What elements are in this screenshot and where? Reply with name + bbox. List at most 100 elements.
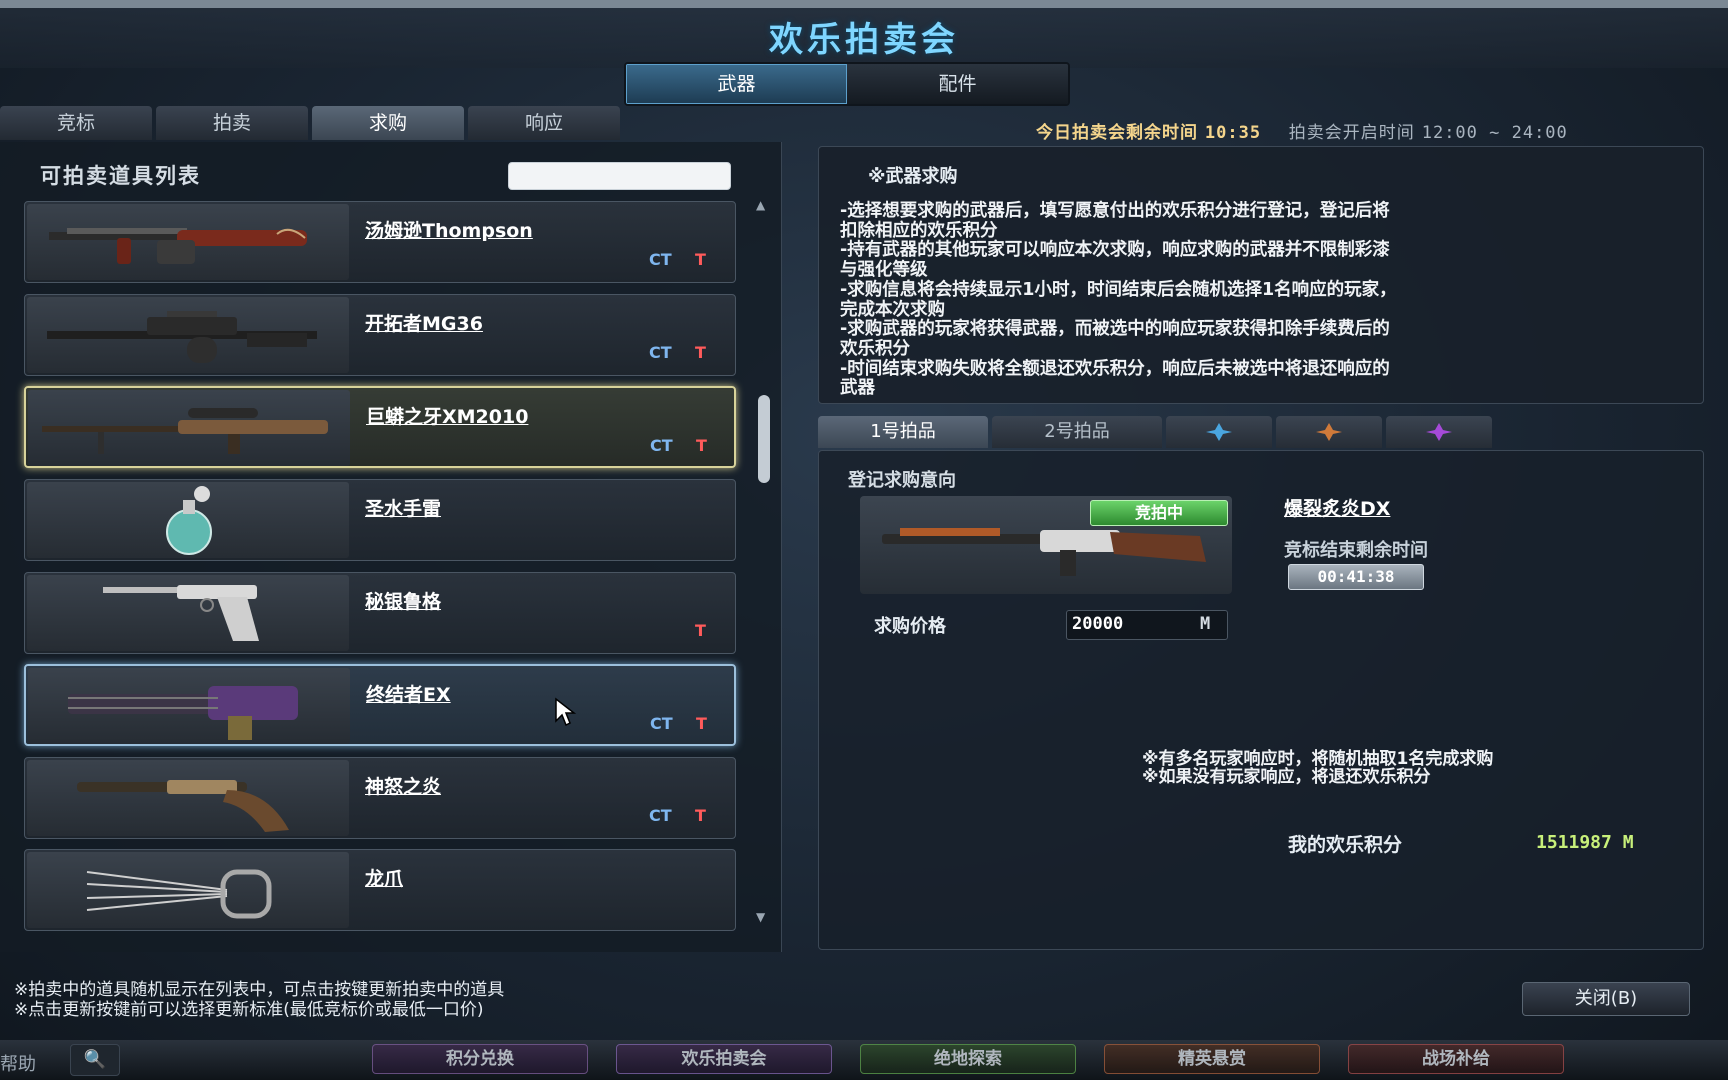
info-line: 扣除相应的欢乐积分: [840, 220, 998, 241]
t-tag: T: [695, 621, 706, 640]
score-value: 1511987 M: [1536, 832, 1634, 853]
note-line: ※拍卖中的道具随机显示在列表中，可点击按键更新拍卖中的道具: [14, 980, 505, 1000]
ct-tag: CT: [650, 714, 673, 733]
mode-tabs: 竞标 拍卖 求购 响应: [0, 106, 620, 140]
t-tag: T: [696, 714, 707, 733]
info-line: 与强化等级: [840, 260, 928, 281]
price-value: 20000: [1072, 614, 1124, 634]
t-tag: T: [695, 806, 706, 825]
points-exchange-button[interactable]: 积分兑换: [372, 1044, 588, 1074]
item-name[interactable]: 汤姆逊Thompson: [365, 216, 533, 243]
lot-weapon-name[interactable]: 爆裂炙炎DX: [1284, 494, 1390, 521]
list-item[interactable]: 汤姆逊Thompson CT T: [24, 201, 736, 283]
t-tag: T: [695, 343, 706, 362]
ct-tag: CT: [649, 806, 672, 825]
register-title: 登记求购意向: [848, 470, 956, 491]
note-line: ※点击更新按键前可以选择更新标准(最低竞标价或最低一口价): [14, 1000, 484, 1020]
wrath-flame-image: [27, 760, 349, 836]
item-name[interactable]: 神怒之炎: [365, 772, 441, 799]
terminator-ex-image: [28, 668, 350, 744]
lot-tabs: 1号拍品 2号拍品: [818, 416, 1492, 448]
help-link[interactable]: 帮助: [0, 1050, 36, 1076]
close-button[interactable]: 关闭(B): [1522, 982, 1690, 1016]
list-scrollbar-thumb[interactable]: [758, 395, 770, 483]
t-tag: T: [696, 436, 707, 455]
bidding-status-badge: 竞拍中: [1090, 500, 1228, 526]
info-text: -选择想要求购的武器后，填写愿意付出的欢乐积分进行登记，登记后将 扣除相应的欢乐…: [840, 201, 1670, 399]
info-line: -时间结束求购失败将全额退还欢乐积分，响应后未被选中将退还响应的: [840, 358, 1390, 379]
tab-weapons[interactable]: 武器: [626, 64, 847, 104]
tab-lot-4[interactable]: [1276, 416, 1382, 448]
tab-lot-1[interactable]: 1号拍品: [818, 416, 988, 448]
scroll-up-arrow[interactable]: ▲: [756, 198, 765, 212]
tab-response[interactable]: 响应: [468, 106, 620, 140]
tab-bidding[interactable]: 竞标: [0, 106, 152, 140]
note-line: ※如果没有玩家响应，将退还欢乐积分: [1142, 767, 1431, 787]
list-item-hovered[interactable]: 终结者EX CT T: [24, 664, 736, 746]
list-item[interactable]: 神怒之炎 CT T: [24, 757, 736, 839]
item-name[interactable]: 开拓者MG36: [365, 309, 483, 336]
open-value: 12:00 ~ 24:00: [1421, 123, 1568, 143]
tab-auction[interactable]: 拍卖: [156, 106, 308, 140]
item-name[interactable]: 终结者EX: [366, 680, 451, 707]
auction-timer: 今日拍卖会剩余时间 10:35 拍卖会开启时间 12:00 ~ 24:00: [1036, 118, 1568, 143]
scroll-down-arrow[interactable]: ▼: [756, 910, 765, 924]
tab-lot-3[interactable]: [1166, 416, 1272, 448]
info-line: -选择想要求购的武器后，填写愿意付出的欢乐积分进行登记，登记后将: [840, 201, 1390, 221]
bounty-button[interactable]: 精英悬赏: [1104, 1044, 1320, 1074]
info-line: 武器: [840, 378, 875, 399]
item-name[interactable]: 秘银鲁格: [365, 587, 441, 614]
thompson-image: [27, 204, 349, 280]
remaining-label: 今日拍卖会剩余时间: [1036, 123, 1198, 143]
list-item[interactable]: 秘银鲁格 T: [24, 572, 736, 654]
top-strip: [0, 0, 1728, 8]
list-item[interactable]: 开拓者MG36 CT T: [24, 294, 736, 376]
xm2010-image: [28, 390, 350, 466]
ct-tag: CT: [649, 250, 672, 269]
tab-accessories[interactable]: 配件: [847, 64, 1068, 104]
item-name[interactable]: 圣水手雷: [365, 494, 441, 521]
supply-button[interactable]: 战场补给: [1348, 1044, 1564, 1074]
left-notes: ※拍卖中的道具随机显示在列表中，可点击按键更新拍卖中的道具 ※点击更新按键前可以…: [14, 980, 504, 1020]
price-label: 求购价格: [874, 616, 946, 637]
remaining-value: 10:35: [1204, 123, 1262, 143]
item-name[interactable]: 龙爪: [365, 864, 403, 891]
tab-wanted[interactable]: 求购: [312, 106, 464, 140]
t-tag: T: [695, 250, 706, 269]
item-name[interactable]: 巨蟒之牙XM2010: [366, 402, 528, 429]
note-line: ※有多名玩家响应时，将随机抽取1名完成求购: [1142, 749, 1494, 769]
tab-lot-2[interactable]: 2号拍品: [992, 416, 1162, 448]
tab-lot-5[interactable]: [1386, 416, 1492, 448]
orange-star-icon: [1316, 423, 1342, 441]
price-unit: M: [1200, 614, 1211, 634]
auction-button[interactable]: 欢乐拍卖会: [616, 1044, 832, 1074]
list-item[interactable]: 龙爪: [24, 849, 736, 931]
exploration-button[interactable]: 绝地探索: [860, 1044, 1076, 1074]
category-tabs: 武器 配件: [624, 62, 1070, 106]
bid-countdown: 00:41:38: [1288, 564, 1424, 590]
info-line: 欢乐积分: [840, 338, 910, 359]
open-label: 拍卖会开启时间: [1288, 123, 1415, 143]
lot-notes: ※有多名玩家响应时，将随机抽取1名完成求购 ※如果没有玩家响应，将退还欢乐积分: [1142, 750, 1493, 786]
info-title: ※武器求购: [868, 166, 958, 187]
list-item[interactable]: 圣水手雷: [24, 479, 736, 561]
blue-star-icon: [1206, 423, 1232, 441]
auction-title: 欢乐拍卖会: [769, 20, 959, 60]
ct-tag: CT: [649, 343, 672, 362]
info-line: -求购武器的玩家将获得武器，而被选中的响应玩家获得扣除手续费后的: [840, 319, 1390, 340]
score-label: 我的欢乐积分: [1288, 834, 1403, 856]
list-item-selected[interactable]: 巨蟒之牙XM2010 CT T: [24, 386, 736, 468]
search-icon: 🔍: [83, 1049, 107, 1070]
mithril-luger-image: [27, 575, 349, 651]
bottom-buttons: 积分兑换 欢乐拍卖会 绝地探索 精英悬赏 战场补给: [372, 1044, 1564, 1074]
item-list-header: 可拍卖道具列表: [40, 164, 201, 188]
mouse-cursor-icon: [555, 697, 576, 727]
info-line: -求购信息将会持续显示1小时，时间结束后会随机选择1名响应的玩家，: [840, 279, 1397, 300]
info-line: 完成本次求购: [840, 299, 945, 320]
item-search-input[interactable]: [508, 162, 731, 190]
info-line: -持有武器的其他玩家可以响应本次求购，响应求购的武器并不限制彩漆: [840, 240, 1390, 261]
dragon-claw-image: [27, 852, 349, 928]
holy-water-grenade-image: [27, 482, 349, 558]
ct-tag: CT: [650, 436, 673, 455]
search-button[interactable]: 🔍: [70, 1044, 120, 1076]
